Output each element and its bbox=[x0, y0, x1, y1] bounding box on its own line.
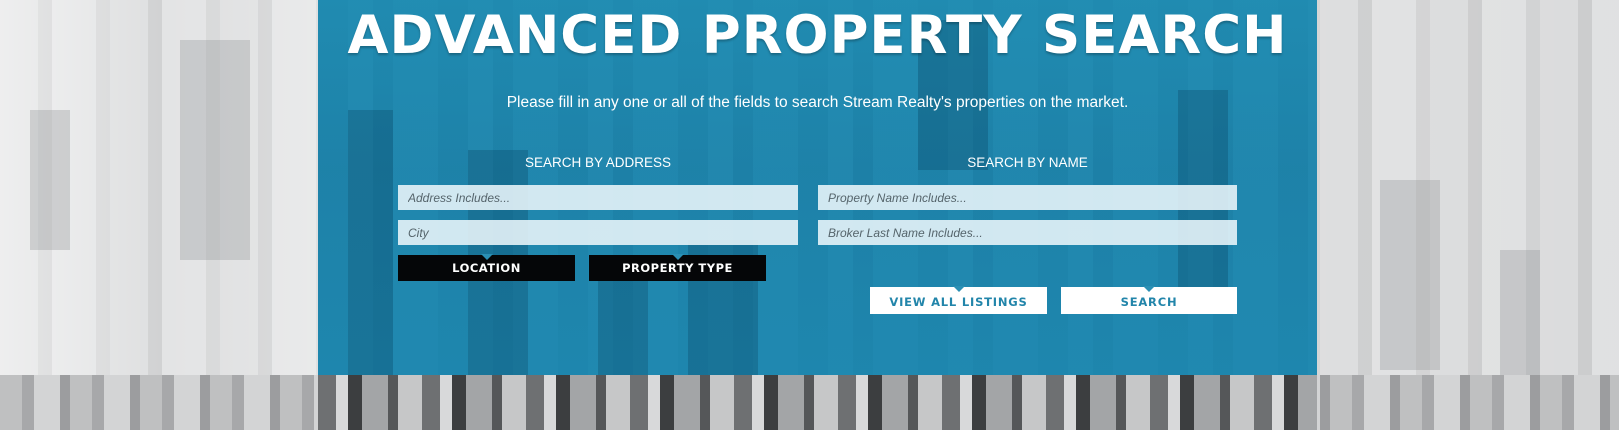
pointer-icon bbox=[952, 286, 965, 292]
broker-last-name-input[interactable] bbox=[818, 220, 1237, 245]
background-building bbox=[1380, 180, 1440, 370]
location-dropdown-button[interactable]: LOCATION bbox=[398, 254, 575, 281]
property-name-input[interactable] bbox=[818, 185, 1237, 210]
background-building bbox=[1500, 250, 1540, 380]
property-type-dropdown-button[interactable]: PROPERTY TYPE bbox=[589, 254, 766, 281]
search-button[interactable]: SEARCH bbox=[1061, 286, 1237, 314]
panel-skyline-tower bbox=[598, 270, 648, 375]
address-section-heading: SEARCH BY ADDRESS bbox=[524, 155, 672, 170]
background-building bbox=[180, 40, 250, 260]
property-type-label: PROPERTY TYPE bbox=[622, 261, 733, 275]
address-input[interactable] bbox=[398, 185, 798, 210]
search-label: SEARCH bbox=[1120, 295, 1178, 309]
page-subtitle: Please fill in any one or all of the fie… bbox=[506, 94, 1129, 111]
name-section-heading: SEARCH BY NAME bbox=[967, 155, 1088, 170]
view-all-listings-label: VIEW ALL LISTINGS bbox=[889, 295, 1028, 309]
city-input[interactable] bbox=[398, 220, 798, 245]
pointer-icon bbox=[1143, 286, 1155, 292]
page-title: ADVANCED PROPERTY SEARCH bbox=[347, 5, 1288, 66]
panel-skyline-photo bbox=[318, 375, 1317, 430]
background-building bbox=[30, 110, 70, 250]
view-all-listings-button[interactable]: VIEW ALL LISTINGS bbox=[870, 286, 1047, 314]
chevron-down-icon bbox=[671, 254, 684, 260]
chevron-down-icon bbox=[480, 254, 493, 260]
location-label: LOCATION bbox=[452, 261, 521, 275]
panel-skyline-tower bbox=[348, 110, 393, 375]
